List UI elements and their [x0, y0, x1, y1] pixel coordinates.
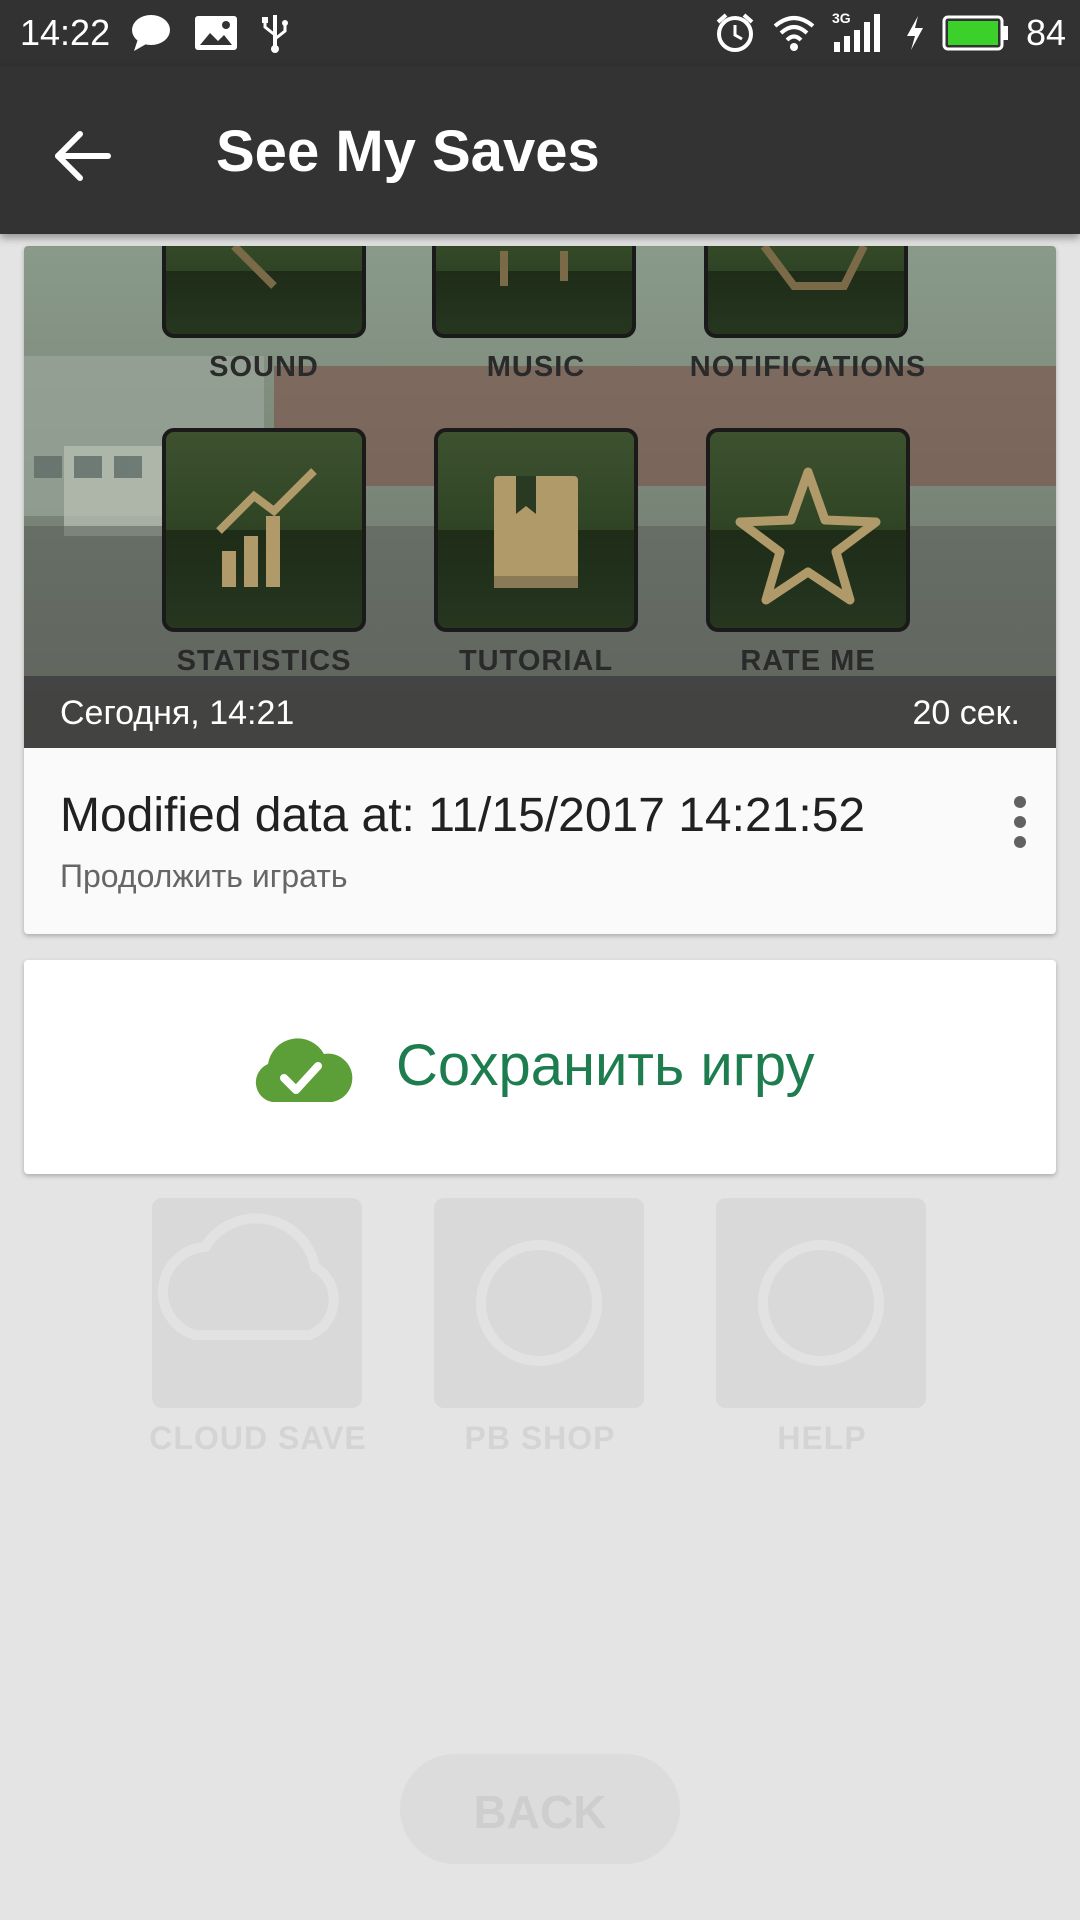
alarm-icon — [716, 13, 754, 52]
signal-icon: 3G — [832, 10, 888, 54]
back-button[interactable] — [44, 116, 124, 196]
wifi-icon — [773, 16, 815, 51]
game-screenshot: SOUND MUSIC NOTIFICATIONS STATISTICS TUT… — [24, 246, 1056, 748]
status-left-icons — [130, 12, 290, 54]
tile-label-notifications: NOTIFICATIONS — [690, 351, 926, 383]
overflow-menu-button[interactable] — [992, 776, 1048, 876]
tile-label-tutorial: TUTORIAL — [459, 645, 613, 677]
snapshot-image: SOUND MUSIC NOTIFICATIONS STATISTICS TUT… — [24, 246, 1056, 748]
message-icon — [132, 15, 170, 51]
app-bar: See My Saves — [0, 66, 1080, 234]
snapshot-caption: Сегодня, 14:21 20 сек. — [24, 676, 1056, 748]
book-icon — [494, 476, 578, 588]
save-subtitle: Продолжить играть — [60, 858, 348, 894]
ghost-back-label: BACK — [473, 1786, 607, 1838]
battery-percent: 84 — [1025, 12, 1066, 53]
arrow-back-icon — [55, 131, 111, 181]
battery-icon — [942, 15, 1008, 51]
save-title: Modified data at: 11/15/2017 14:21:52 — [60, 789, 866, 842]
saved-game-card[interactable]: SOUND MUSIC NOTIFICATIONS STATISTICS TUT… — [24, 246, 1056, 934]
image-icon — [195, 16, 237, 50]
status-right-icons: 3G 84 — [714, 10, 1066, 56]
tile-label-music: MUSIC — [487, 351, 585, 383]
charging-icon — [906, 16, 923, 50]
tile-label-sound: SOUND — [209, 351, 319, 383]
snapshot-duration: 20 сек. — [912, 694, 1021, 732]
page-title: See My Saves — [216, 119, 600, 184]
tile-label-rate-me: RATE ME — [740, 645, 875, 677]
save-game-button[interactable]: Сохранить игру — [24, 960, 1056, 1174]
tile-label-statistics: STATISTICS — [177, 645, 352, 677]
cloud-check-icon — [255, 1038, 353, 1102]
status-bar: 14:22 3G 84 — [0, 0, 1080, 66]
snapshot-date: Сегодня, 14:21 — [60, 694, 295, 732]
status-time: 14:22 — [20, 12, 111, 53]
save-game-label: Сохранить игру — [396, 1033, 815, 1098]
usb-icon — [262, 15, 288, 53]
more-vert-icon — [1014, 796, 1026, 848]
